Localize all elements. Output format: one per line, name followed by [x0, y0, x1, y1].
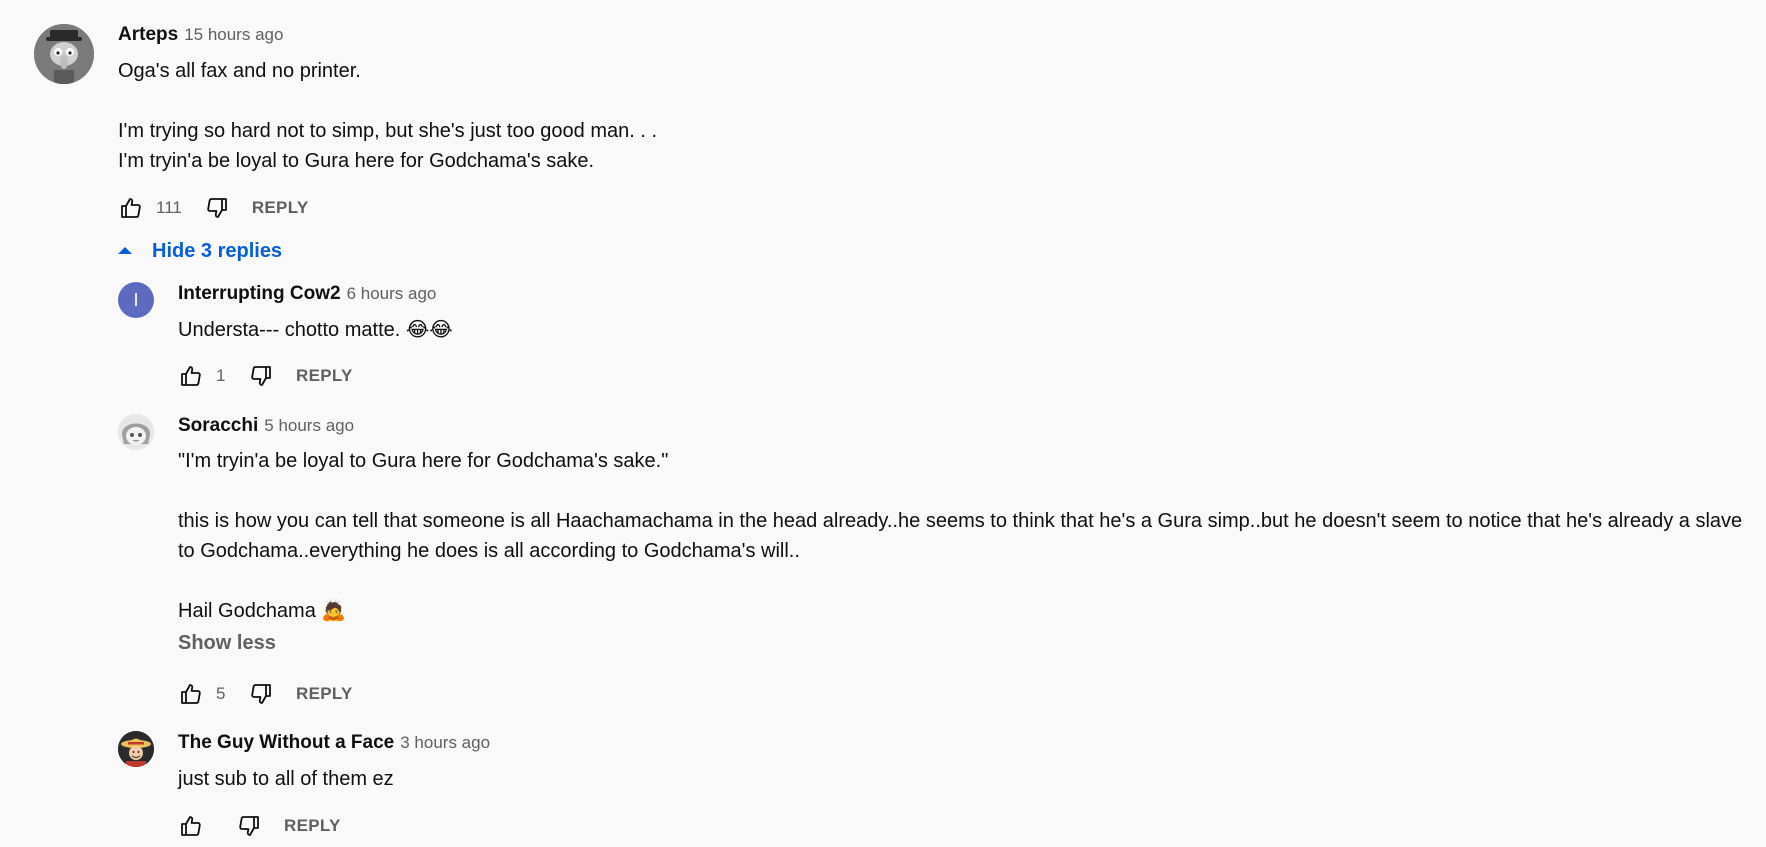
thumbs-up-icon: [181, 366, 201, 386]
reply-author[interactable]: The Guy Without a Face: [178, 732, 394, 753]
reply-actions: 1 REPLY: [178, 361, 353, 391]
dislike-button[interactable]: [248, 363, 274, 389]
reply-text: just sub to all of them ez: [178, 768, 394, 790]
dislike-button[interactable]: [204, 195, 230, 221]
thumbs-up-icon: [181, 816, 201, 836]
reply-button[interactable]: REPLY: [296, 366, 353, 386]
avatar[interactable]: [34, 24, 94, 84]
reply-author[interactable]: Soracchi: [178, 415, 258, 436]
like-count: 1: [216, 366, 226, 385]
reply-actions: 5 REPLY: [178, 679, 353, 709]
thumbs-down-icon: [251, 684, 271, 704]
thumbs-down-icon: [207, 198, 227, 218]
like-count: 111: [156, 198, 182, 217]
reply-text: Understa--- chotto matte. 😂😂: [178, 319, 453, 341]
thumbs-up-icon: [121, 198, 141, 218]
like-button[interactable]: [178, 813, 204, 839]
thumbs-down-icon: [239, 816, 259, 836]
thumbs-down-icon: [251, 366, 271, 386]
anime-avatar-icon: [118, 414, 154, 450]
caret-up-icon: [118, 247, 132, 254]
reply-timestamp[interactable]: 6 hours ago: [347, 284, 437, 303]
reply-button[interactable]: REPLY: [252, 198, 309, 218]
straw-hat-avatar-icon: [118, 731, 154, 767]
dislike-button[interactable]: [236, 813, 262, 839]
comment-thread: Arteps 15 hours ago Oga's all fax and no …: [0, 0, 1766, 847]
reply-timestamp[interactable]: 3 hours ago: [400, 733, 490, 752]
like-button[interactable]: [118, 195, 144, 221]
reply-button[interactable]: REPLY: [296, 684, 353, 704]
like-count: 5: [216, 684, 226, 703]
dislike-button[interactable]: [248, 681, 274, 707]
comment-text: Oga's all fax and no printer. I'm trying…: [118, 60, 658, 172]
reply-author[interactable]: Interrupting Cow2: [178, 283, 341, 304]
show-less-button[interactable]: Show less: [178, 632, 276, 655]
thumbs-up-icon: [181, 684, 201, 704]
reply-button[interactable]: REPLY: [284, 816, 341, 836]
hide-replies-button[interactable]: Hide 3 replies: [116, 236, 282, 266]
avatar-letter: I: [133, 289, 139, 310]
like-button[interactable]: [178, 681, 204, 707]
squidward-avatar-icon: [34, 24, 94, 84]
avatar[interactable]: [118, 731, 154, 767]
avatar[interactable]: [118, 414, 154, 450]
reply-timestamp[interactable]: 5 hours ago: [264, 416, 354, 435]
avatar[interactable]: I: [118, 282, 154, 318]
comment-timestamp[interactable]: 15 hours ago: [184, 25, 283, 44]
like-button[interactable]: [178, 363, 204, 389]
comment-author[interactable]: Arteps: [118, 24, 178, 45]
reply-text: "I'm tryin'a be loyal to Gura here for G…: [178, 450, 1743, 622]
hide-replies-label: Hide 3 replies: [152, 239, 283, 262]
comment-actions: 111 REPLY: [118, 193, 308, 223]
reply-actions: REPLY: [178, 811, 341, 841]
